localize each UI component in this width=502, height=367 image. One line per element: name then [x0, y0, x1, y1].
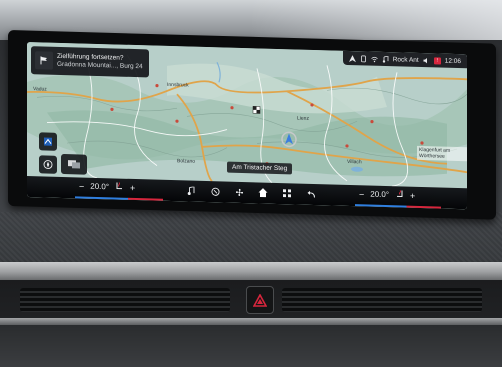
apps-icon[interactable]: [281, 187, 293, 199]
wifi-icon: [370, 55, 378, 62]
media-title: Rock Ant: [392, 55, 419, 64]
map-view-icon: [44, 137, 52, 146]
seat-heat-left-icon[interactable]: [115, 181, 124, 192]
air-vent-right: [282, 288, 482, 312]
infotainment-screen[interactable]: Vaduz Innsbruck Lienz Villach Bolzano Kl…: [27, 42, 467, 210]
temp-increase-right-button[interactable]: +: [410, 190, 415, 200]
temp-left-value[interactable]: 20.0°: [90, 182, 109, 192]
lower-panel: [0, 325, 502, 367]
fan-icon[interactable]: [233, 186, 245, 198]
right-climate-control: − 20.0° +: [359, 188, 415, 201]
city-label: Klagenfurt am Wörthersee: [417, 145, 467, 162]
notification-icon[interactable]: !: [433, 56, 441, 65]
back-icon[interactable]: [305, 188, 317, 200]
music-icon[interactable]: [185, 184, 197, 196]
guidance-destination: Gradonna Mountai..., Burg 24: [57, 60, 143, 71]
map-layers-button[interactable]: [61, 153, 87, 175]
poi-label[interactable]: Am Tristacher Steg: [227, 161, 293, 175]
clock: 12:06: [444, 57, 461, 65]
lower-trim-strip: [0, 318, 502, 325]
temp-right-value[interactable]: 20.0°: [370, 190, 389, 200]
dashboard-trim-strip: [0, 262, 502, 280]
home-icon[interactable]: [257, 186, 269, 198]
left-climate-control: − 20.0° +: [79, 180, 135, 193]
navigation-arrow-icon: [348, 54, 356, 62]
phone-icon: [360, 54, 367, 62]
resume-guidance-card[interactable]: Zielführung fortsetzen? Gradonna Mountai…: [31, 46, 149, 78]
hazard-icon: [253, 293, 267, 307]
city-label: Lienz: [297, 115, 309, 122]
flag-icon: [35, 51, 53, 70]
city-label: Vaduz: [33, 86, 47, 93]
media-icon: [382, 55, 389, 63]
destination-flag-marker: [252, 106, 261, 114]
phone-icon[interactable]: [209, 185, 221, 197]
compass-button[interactable]: [39, 155, 57, 174]
air-vent-left: [20, 288, 230, 312]
nav-button-row: [185, 184, 317, 200]
map-view-button[interactable]: [39, 132, 57, 151]
hazard-button[interactable]: [246, 286, 274, 314]
city-label: Villach: [347, 158, 362, 166]
temp-decrease-left-button[interactable]: −: [79, 181, 84, 191]
layers-icon: [68, 160, 80, 169]
compass-icon: [43, 160, 53, 170]
city-label: Innsbruck: [167, 81, 189, 89]
seat-heat-right-icon[interactable]: [395, 189, 404, 200]
city-label: Bolzano: [177, 158, 196, 165]
temp-decrease-right-button[interactable]: −: [359, 189, 364, 199]
mute-icon: [423, 57, 430, 64]
temp-increase-left-button[interactable]: +: [130, 182, 135, 192]
